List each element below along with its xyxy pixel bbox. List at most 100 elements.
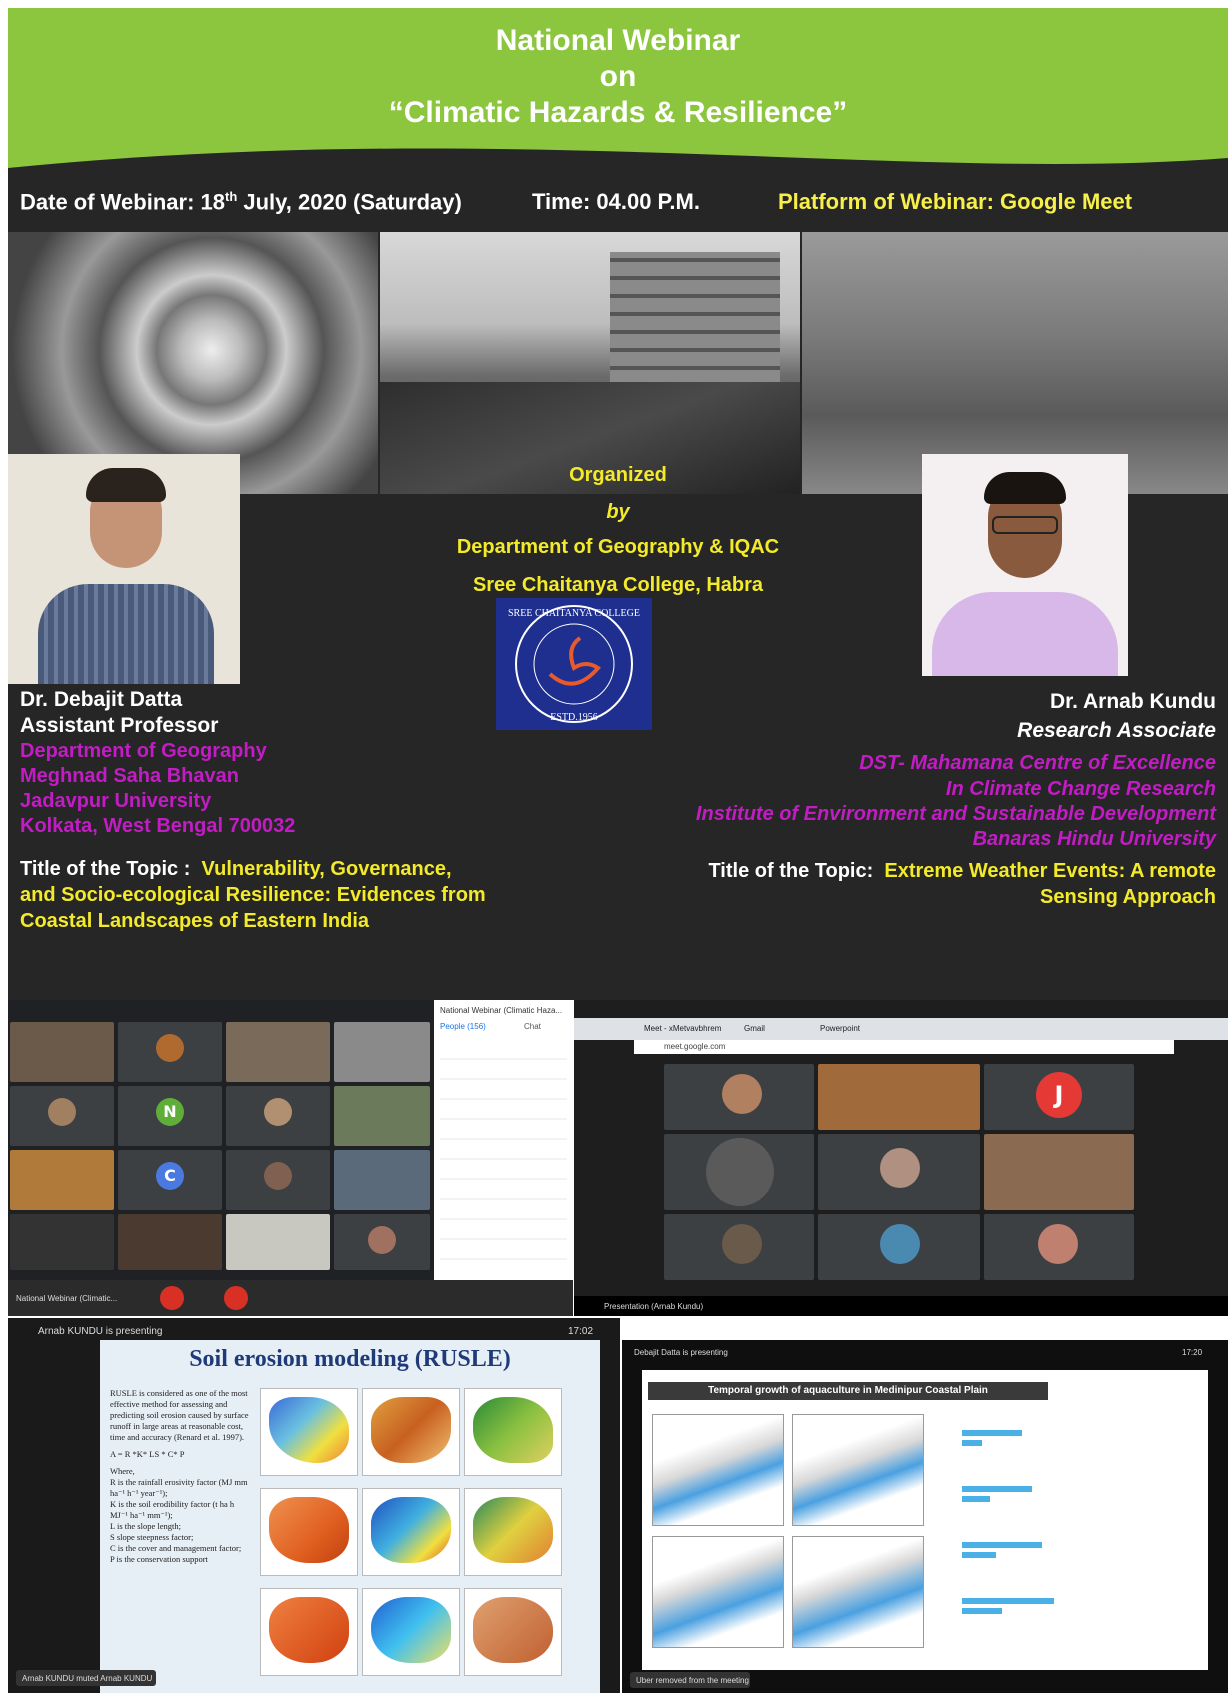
- participant-tile[interactable]: [10, 1214, 114, 1270]
- participant-tile[interactable]: [984, 1134, 1134, 1210]
- speaker-right-topic: Title of the Topic: Extreme Weather Even…: [708, 860, 1216, 908]
- browser-tab[interactable]: Powerpoint: [820, 1024, 860, 1033]
- participant-tile[interactable]: C: [118, 1150, 222, 1210]
- logo-text-top: SREE CHAITANYA COLLEGE: [508, 608, 640, 619]
- shirt-shape: [932, 592, 1118, 676]
- by-label: by: [606, 501, 630, 523]
- slide-title: Soil erosion modeling (RUSLE): [189, 1346, 511, 1372]
- camera-off-button[interactable]: [224, 1286, 248, 1310]
- slide-body: RUSLE is considered as one of the most e…: [110, 1388, 249, 1564]
- webinar-time: Time: 04.00 P.M.: [532, 189, 700, 214]
- speaker-right-aff2: In Climate Change Research: [945, 778, 1216, 800]
- slide-title: Temporal growth of aquaculture in Medini…: [648, 1382, 1048, 1400]
- people-list[interactable]: [440, 1040, 567, 1276]
- meet-stage: Debajit Datta is presenting 17:20 Tempor…: [622, 1340, 1228, 1693]
- participant-tile[interactable]: [818, 1214, 980, 1280]
- slide-screenshot-left: Arnab KUNDU is presenting 17:02 Soil ero…: [8, 1318, 620, 1693]
- participant-tile[interactable]: [118, 1214, 222, 1270]
- speaker-left-aff2: Meghnad Saha Bhavan: [20, 765, 239, 787]
- participant-tile[interactable]: J: [984, 1064, 1134, 1130]
- map-rainfall: [260, 1388, 358, 1476]
- map-k-factor: [362, 1488, 460, 1576]
- slide: Soil erosion modeling (RUSLE) RUSLE is c…: [100, 1340, 600, 1693]
- snackbar: Arnab KUNDU muted Arnab KUNDU: [16, 1670, 156, 1686]
- panel-title: National Webinar (Climatic Haza...: [440, 1006, 563, 1015]
- participant-tile[interactable]: [10, 1022, 114, 1082]
- slide: Temporal growth of aquaculture in Medini…: [642, 1370, 1208, 1670]
- participant-tile[interactable]: [334, 1150, 430, 1210]
- participant-tile[interactable]: [118, 1022, 222, 1082]
- browser-tab[interactable]: Gmail: [744, 1024, 765, 1033]
- participant-tile[interactable]: [226, 1022, 330, 1082]
- participant-tile[interactable]: [334, 1022, 430, 1082]
- meet-screenshot-left: N C National Webinar (Climatic Haza... P…: [8, 1000, 573, 1316]
- map-soil-loss: [464, 1588, 562, 1676]
- address-bar[interactable]: meet.google.com: [634, 1040, 1174, 1054]
- speaker-right-photo: [922, 454, 1128, 676]
- participant-tile[interactable]: [334, 1214, 430, 1270]
- zone-bar: [962, 1430, 1022, 1436]
- url-text: meet.google.com: [664, 1042, 726, 1051]
- presenter-label: Debajit Datta is presenting: [634, 1348, 728, 1357]
- participant-tile[interactable]: [664, 1214, 814, 1280]
- speaker-left-role: Assistant Professor: [20, 714, 219, 737]
- logo-text-bottom: ESTD.1956: [550, 712, 598, 723]
- avatar-n: N: [156, 1098, 184, 1126]
- taskbar: Presentation (Arnab Kundu): [574, 1296, 1228, 1316]
- map-dem: [464, 1388, 562, 1476]
- participant-tile[interactable]: [10, 1150, 114, 1210]
- speaker-right-name: Dr. Arnab Kundu: [1049, 690, 1216, 713]
- clock-label: 17:20: [1182, 1348, 1203, 1357]
- tab-chat[interactable]: Chat: [524, 1022, 541, 1031]
- speaker-left-name: Dr. Debajit Datta: [20, 688, 183, 711]
- college-logo: SREE CHAITANYA COLLEGE ESTD.1956: [496, 598, 652, 730]
- meeting-name: National Webinar (Climatic...: [16, 1294, 118, 1303]
- speaker-right-role: Research Associate: [1017, 719, 1216, 742]
- speaker-left-photo: [8, 454, 240, 684]
- speaker-right-aff1: DST- Mahamana Centre of Excellence: [859, 752, 1216, 774]
- participant-tile[interactable]: [818, 1134, 980, 1210]
- map-r-factor: [260, 1488, 358, 1576]
- aquaculture-map: [652, 1536, 784, 1648]
- browser-tab[interactable]: Meet - xMetvavbhrem: [644, 1024, 721, 1033]
- mic-off-button[interactable]: [160, 1286, 184, 1310]
- participant-tile[interactable]: [818, 1064, 980, 1130]
- presenter-label: Arnab KUNDU is presenting: [38, 1326, 163, 1337]
- building-shape: [610, 252, 780, 402]
- aquaculture-map: [652, 1414, 784, 1526]
- participant-tile[interactable]: N: [118, 1086, 222, 1146]
- avatar-j: J: [1036, 1072, 1082, 1118]
- department-label: Department of Geography & IQAC: [456, 536, 780, 558]
- participant-tile[interactable]: [226, 1150, 330, 1210]
- participant-tile[interactable]: [984, 1214, 1134, 1280]
- participant-tile[interactable]: [226, 1214, 330, 1270]
- speaker-right-aff3: Institute of Environment and Sustainable…: [695, 803, 1216, 825]
- participant-tile[interactable]: [10, 1086, 114, 1146]
- presentation-label: Presentation (Arnab Kundu): [604, 1302, 704, 1311]
- hair-shape: [984, 472, 1066, 504]
- map-soil: [362, 1388, 460, 1476]
- zone-bar: [962, 1608, 1002, 1614]
- organized-label: Organized: [569, 464, 667, 486]
- participant-tile[interactable]: [664, 1064, 814, 1130]
- avatar-c: C: [156, 1162, 184, 1190]
- zone-bar: [962, 1440, 982, 1446]
- tab-people[interactable]: People (156): [440, 1022, 486, 1031]
- zone-bar: [962, 1486, 1032, 1492]
- date-line: Date of Webinar: 18th July, 2020 (Saturd…: [8, 183, 1228, 223]
- speaker-right-aff4: Banaras Hindu University: [972, 828, 1216, 850]
- poster-title-line1: National Webinar: [495, 24, 741, 57]
- map-c-factor: [260, 1588, 358, 1676]
- zone-bar: [962, 1542, 1042, 1548]
- speaker-left-topic: Title of the Topic : Vulnerability, Gove…: [20, 858, 486, 932]
- map-p-factor: [362, 1588, 460, 1676]
- participant-tile[interactable]: [334, 1086, 430, 1146]
- webinar-date: Date of Webinar: 18th July, 2020 (Saturd…: [20, 189, 462, 215]
- participant-grid: N C: [8, 1000, 432, 1280]
- participant-tile[interactable]: [664, 1134, 814, 1210]
- people-panel: National Webinar (Climatic Haza... Peopl…: [434, 1000, 573, 1280]
- participant-tile[interactable]: [226, 1086, 330, 1146]
- aquaculture-map: [792, 1536, 924, 1648]
- zone-bar: [962, 1552, 996, 1558]
- snackbar: Uber removed from the meeting: [630, 1672, 750, 1688]
